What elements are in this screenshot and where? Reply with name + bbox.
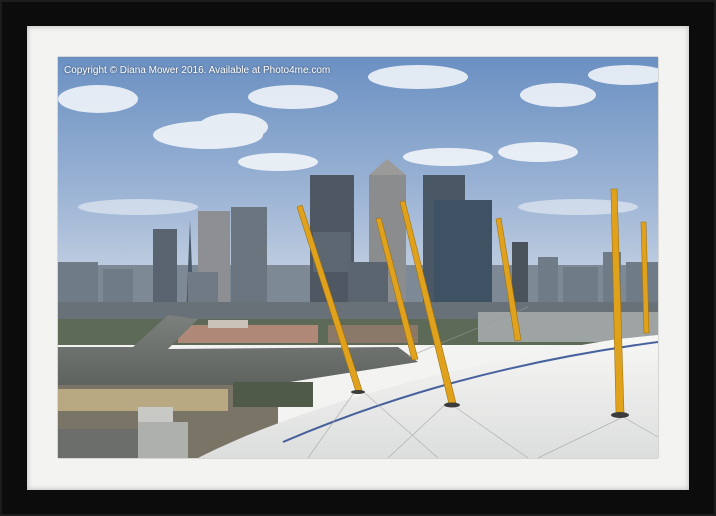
photo: Copyright © Diana Mower 2016. Available … [58,57,658,458]
london-skyline-photo [58,57,658,458]
copyright-watermark: Copyright © Diana Mower 2016. Available … [64,65,331,76]
